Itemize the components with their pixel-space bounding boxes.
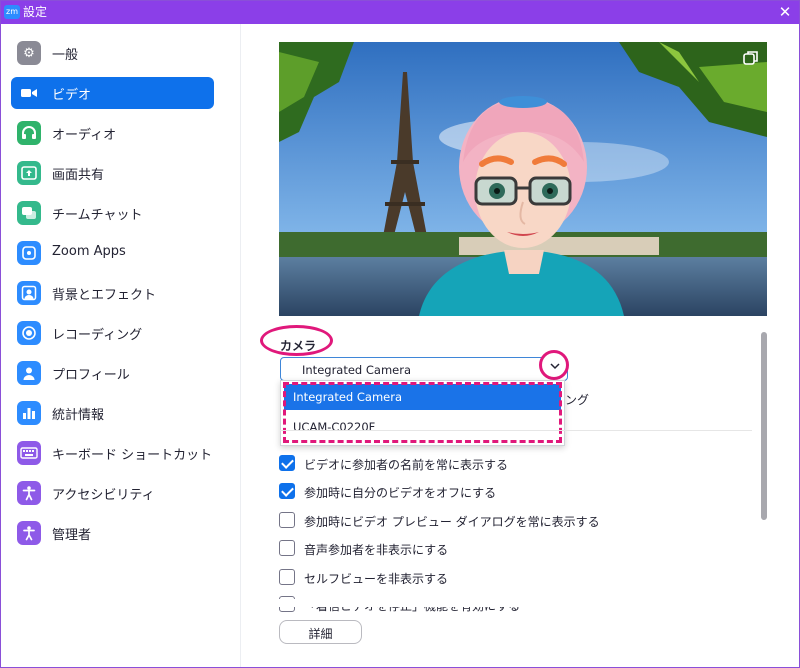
zoom-app-icon: zm <box>4 5 20 19</box>
sidebar-item-label: 管理者 <box>52 528 92 543</box>
chat-icon <box>17 201 41 225</box>
checkbox-label: セルフビューを非表示する <box>304 572 449 586</box>
sidebar-item-label: オーディオ <box>52 128 117 143</box>
checkbox[interactable] <box>279 455 295 471</box>
apps-icon <box>17 241 41 265</box>
sidebar-item-video[interactable]: ビデオ <box>11 77 214 109</box>
camera-select[interactable]: Integrated Camera <box>280 357 568 381</box>
sidebar-item-label: レコーディング <box>52 328 143 343</box>
checkbox[interactable] <box>279 483 295 499</box>
checkbox[interactable] <box>279 569 295 585</box>
sidebar-item-label: 背景とエフェクト <box>52 288 157 303</box>
checkbox-label: 音声参加者を非表示にする <box>304 543 449 557</box>
headphones-icon <box>17 121 41 145</box>
sidebar-item-label: キーボード ショートカット <box>52 448 213 463</box>
settings-sidebar: ⚙ 一般 ビデオ オーディオ 画面共有 チームチャット Zoom Apps 背景… <box>1 24 241 667</box>
keyboard-icon <box>17 441 41 465</box>
statistics-icon <box>17 401 41 425</box>
camera-option-label: UCAM-C0220F <box>293 420 376 434</box>
checkbox-label: 参加時に自分のビデオをオフにする <box>304 486 497 500</box>
sidebar-item-profile[interactable]: プロフィール <box>11 357 214 389</box>
sidebar-item-background-effects[interactable]: 背景とエフェクト <box>11 277 214 309</box>
checkbox[interactable] <box>279 540 295 556</box>
checkbox-label: 参加時にビデオ プレビュー ダイアログを常に表示する <box>304 515 600 529</box>
checkbox-label: ビデオに参加者の名前を常に表示する <box>304 458 509 472</box>
scroll-fade <box>279 599 759 607</box>
video-settings-panel: カメラ Integrated Camera ング Integrated Came… <box>242 24 799 667</box>
sidebar-item-label: プロフィール <box>52 368 130 383</box>
camera-option-label: Integrated Camera <box>293 390 403 404</box>
camera-option-ucam[interactable]: UCAM-C0220F <box>284 414 561 440</box>
checkbox[interactable] <box>279 512 295 528</box>
share-screen-icon <box>17 161 41 185</box>
sidebar-item-share-screen[interactable]: 画面共有 <box>11 157 214 189</box>
sidebar-item-label: ビデオ <box>52 88 92 103</box>
camera-dropdown-menu: Integrated Camera UCAM-C0220F <box>280 380 565 446</box>
scrollbar-thumb[interactable] <box>761 332 767 520</box>
obscured-option-text: ング <box>565 393 590 407</box>
title-bar: zm 設定 ✕ <box>1 1 799 24</box>
sidebar-item-label: チームチャット <box>52 208 143 223</box>
sidebar-item-label: 一般 <box>52 48 79 63</box>
sidebar-item-accessibility[interactable]: アクセシビリティ <box>11 477 214 509</box>
video-preview-image <box>279 42 767 316</box>
camera-dropdown-toggle[interactable] <box>539 350 569 380</box>
profile-icon <box>17 361 41 385</box>
background-icon <box>17 281 41 305</box>
sidebar-item-zoom-apps[interactable]: Zoom Apps <box>11 237 214 269</box>
camera-select-value: Integrated Camera <box>302 363 412 377</box>
settings-window: zm 設定 ✕ ⚙ 一般 ビデオ オーディオ 画面共有 チームチャット Zoom… <box>0 0 800 668</box>
sidebar-item-statistics[interactable]: 統計情報 <box>11 397 214 429</box>
chevron-down-icon <box>550 363 560 370</box>
sidebar-item-label: 画面共有 <box>52 168 105 183</box>
sidebar-item-team-chat[interactable]: チームチャット <box>11 197 214 229</box>
rotate-camera-icon[interactable] <box>741 48 761 68</box>
sidebar-item-label: Zoom Apps <box>52 244 126 259</box>
window-title: 設定 <box>23 5 48 19</box>
details-button-label: 詳細 <box>308 627 333 641</box>
sidebar-item-admin[interactable]: 管理者 <box>11 517 214 549</box>
sidebar-item-keyboard-shortcuts[interactable]: キーボード ショートカット <box>11 437 214 469</box>
details-button[interactable]: 詳細 <box>279 620 362 644</box>
camera-label: カメラ <box>280 339 317 353</box>
sidebar-item-general[interactable]: ⚙ 一般 <box>11 37 214 69</box>
record-icon <box>17 321 41 345</box>
video-preview <box>279 42 767 316</box>
sidebar-item-label: アクセシビリティ <box>52 488 155 503</box>
gear-icon: ⚙ <box>17 41 41 65</box>
accessibility-icon <box>17 481 41 505</box>
sidebar-item-label: 統計情報 <box>52 408 105 423</box>
sidebar-item-recording[interactable]: レコーディング <box>11 317 214 349</box>
section-divider <box>280 430 752 431</box>
video-camera-icon <box>17 81 41 105</box>
camera-option-integrated[interactable]: Integrated Camera <box>284 384 561 410</box>
close-button[interactable]: ✕ <box>775 3 795 22</box>
sidebar-item-audio[interactable]: オーディオ <box>11 117 214 149</box>
admin-icon <box>17 521 41 545</box>
